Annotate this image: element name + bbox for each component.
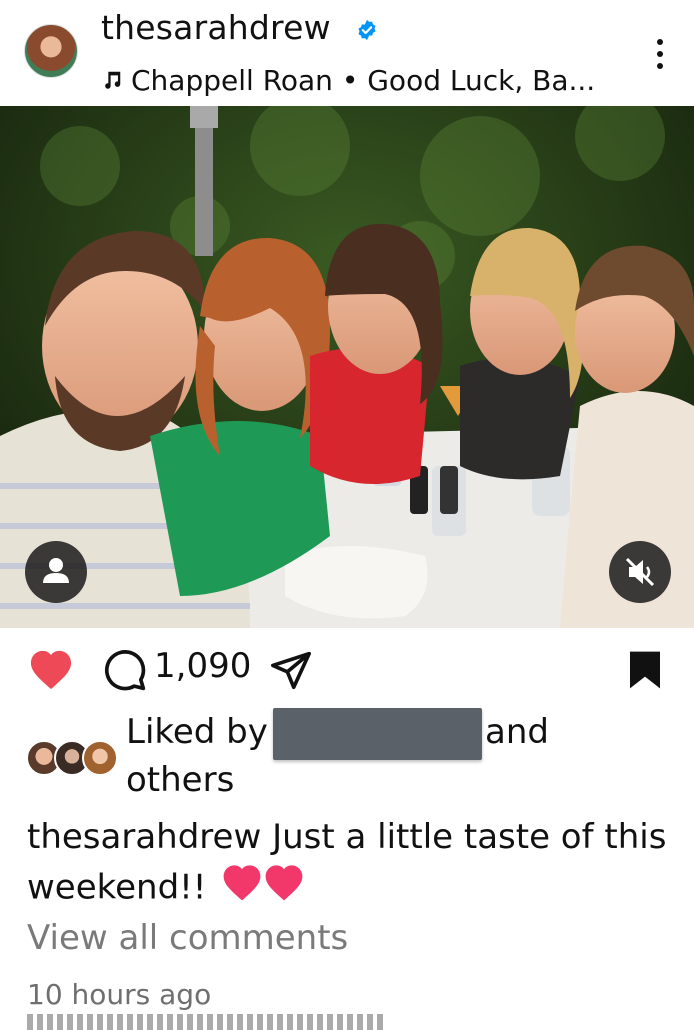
post-header: thesarahdrew Chappell Roan • Good Luck, … (0, 0, 694, 106)
comment-icon[interactable] (103, 648, 147, 692)
caption-username[interactable]: thesarahdrew (27, 817, 261, 857)
tagged-users-button[interactable] (25, 541, 87, 603)
cut-off-comment-preview (27, 1014, 387, 1030)
likes-summary[interactable]: Liked by and others (0, 706, 694, 806)
group-dinner-photo (0, 106, 694, 628)
post-photo[interactable] (0, 106, 694, 628)
speaker-muted-icon (625, 557, 655, 587)
heart-emoji-icon (223, 865, 261, 901)
music-note-icon (105, 71, 121, 89)
bookmark-filled-icon[interactable] (628, 650, 662, 690)
redacted-username (273, 708, 482, 760)
person-icon (43, 558, 69, 583)
liked-by-and-label: and (485, 712, 549, 752)
liker-avatar (82, 740, 118, 776)
heart-emoji-icon (265, 865, 303, 901)
liked-by-others-link[interactable]: others (126, 760, 234, 800)
heart-filled-icon[interactable] (28, 648, 74, 690)
post-username[interactable]: thesarahdrew (101, 8, 331, 47)
post-actions: 1,090 (0, 628, 694, 712)
share-icon[interactable] (268, 650, 314, 690)
more-vertical-icon[interactable] (656, 38, 664, 70)
view-all-comments-link[interactable]: View all comments (27, 918, 348, 958)
mute-toggle-button[interactable] (609, 541, 671, 603)
liked-by-label: Liked by (126, 712, 268, 752)
post-timestamp: 10 hours ago (27, 978, 212, 1011)
music-info[interactable]: Chappell Roan • Good Luck, Ba... (101, 60, 595, 100)
profile-avatar[interactable] (24, 24, 78, 78)
post-caption: thesarahdrew Just a little taste of this… (27, 812, 667, 916)
comment-count[interactable]: 1,090 (154, 646, 251, 686)
verified-badge-icon (358, 19, 376, 41)
music-track-label: Chappell Roan • Good Luck, Ba... (131, 63, 596, 97)
liked-by-avatars (26, 740, 118, 780)
caption-hearts (221, 862, 305, 916)
